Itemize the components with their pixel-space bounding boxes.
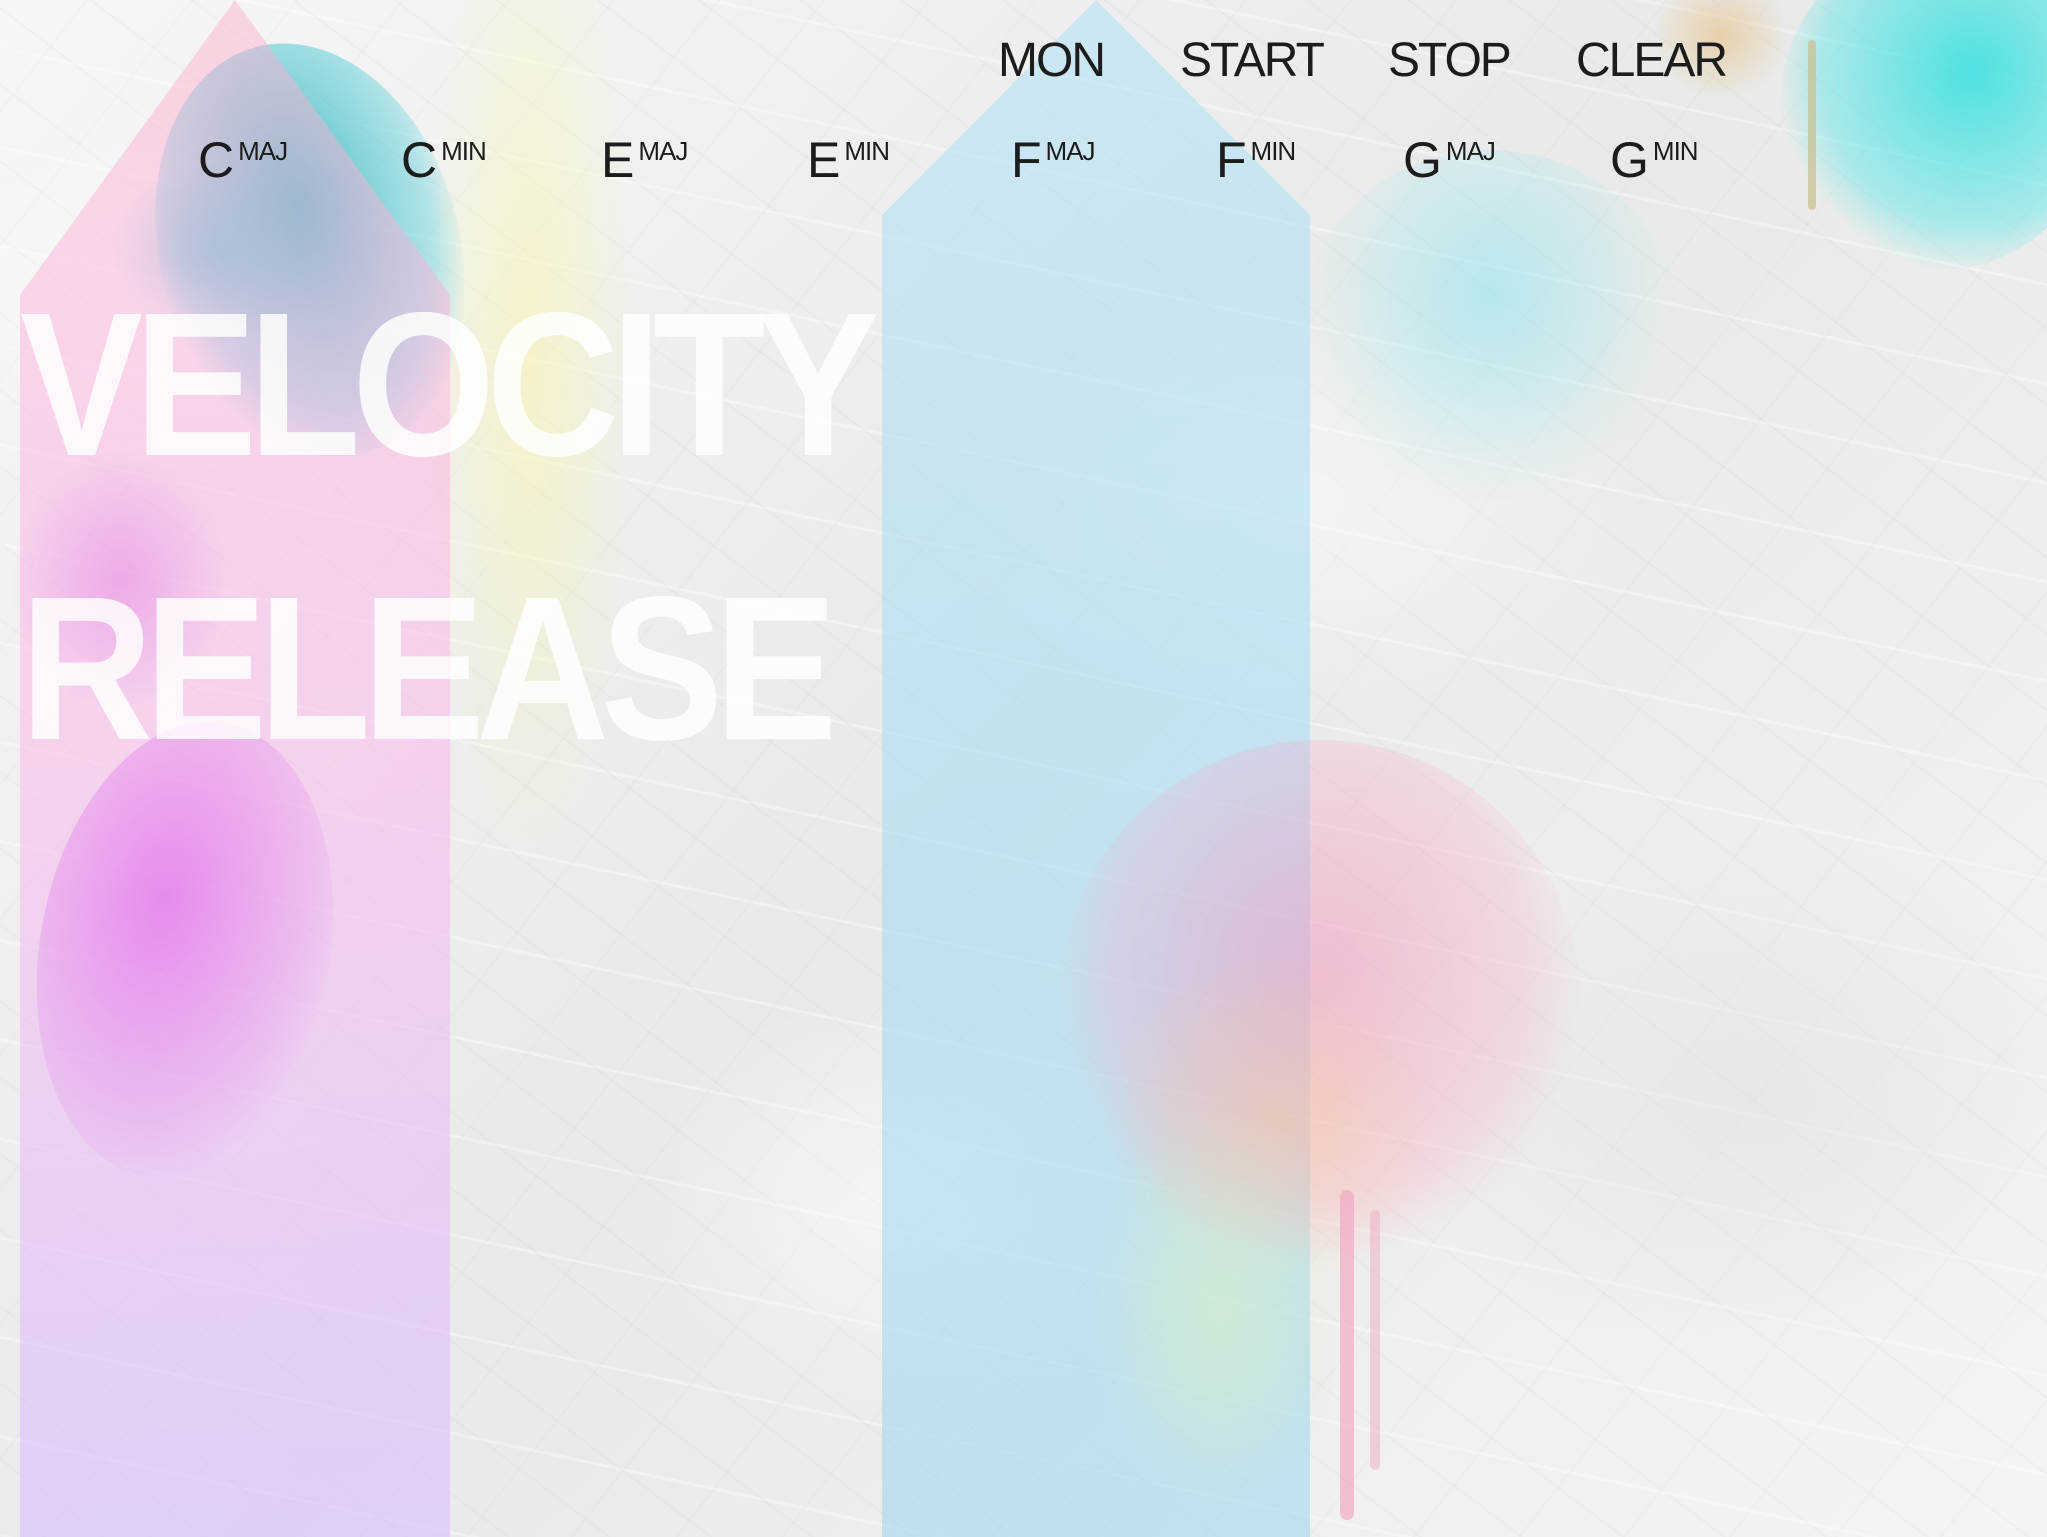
tan-paint-drip [1808, 40, 1816, 210]
chord-quality: MAJ [638, 136, 688, 166]
chord-button-e-min[interactable]: E MIN [807, 130, 890, 190]
mon-button[interactable]: MON [998, 34, 1106, 88]
stop-button[interactable]: STOP [1388, 34, 1512, 88]
pink-paint-drip-thin [1370, 1210, 1380, 1470]
chord-button-g-min[interactable]: G MIN [1610, 130, 1699, 190]
chord-button-g-maj[interactable]: G MAJ [1403, 130, 1496, 190]
chord-root: E [807, 132, 841, 188]
chord-button-c-min[interactable]: C MIN [401, 130, 487, 190]
chord-button-c-maj[interactable]: C MAJ [198, 130, 288, 190]
chord-root: F [1216, 132, 1247, 188]
chord-quality: MAJ [238, 136, 288, 166]
chord-root: F [1011, 132, 1042, 188]
chord-quality: MAJ [1045, 136, 1096, 166]
pink-paint-drip [1340, 1190, 1354, 1520]
chord-button-e-maj[interactable]: E MAJ [601, 130, 688, 190]
chord-quality: MIN [844, 136, 890, 166]
cyan-paint-splash-mid [1300, 150, 1680, 510]
chord-root: G [1403, 132, 1442, 188]
release-label: RELEASE [20, 554, 837, 783]
chord-root: C [401, 132, 438, 188]
chord-button-f-min[interactable]: F MIN [1216, 130, 1297, 190]
chord-root: G [1610, 132, 1649, 188]
chord-root: E [601, 132, 635, 188]
start-button[interactable]: START [1180, 34, 1325, 88]
chord-quality: MIN [1652, 136, 1699, 166]
velocity-label: VELOCITY [20, 270, 880, 499]
chord-quality: MIN [1250, 136, 1297, 166]
clear-button[interactable]: CLEAR [1576, 34, 1728, 88]
chord-quality: MIN [441, 136, 487, 166]
instrument-canvas: VELOCITY RELEASE MON START STOP CLEAR CM… [0, 0, 2047, 1537]
green-spray-splash [1090, 1100, 1350, 1520]
chord-quality: MAJ [1445, 136, 1496, 166]
chord-root: C [198, 132, 235, 188]
chord-button-f-maj[interactable]: F MAJ [1011, 130, 1096, 190]
